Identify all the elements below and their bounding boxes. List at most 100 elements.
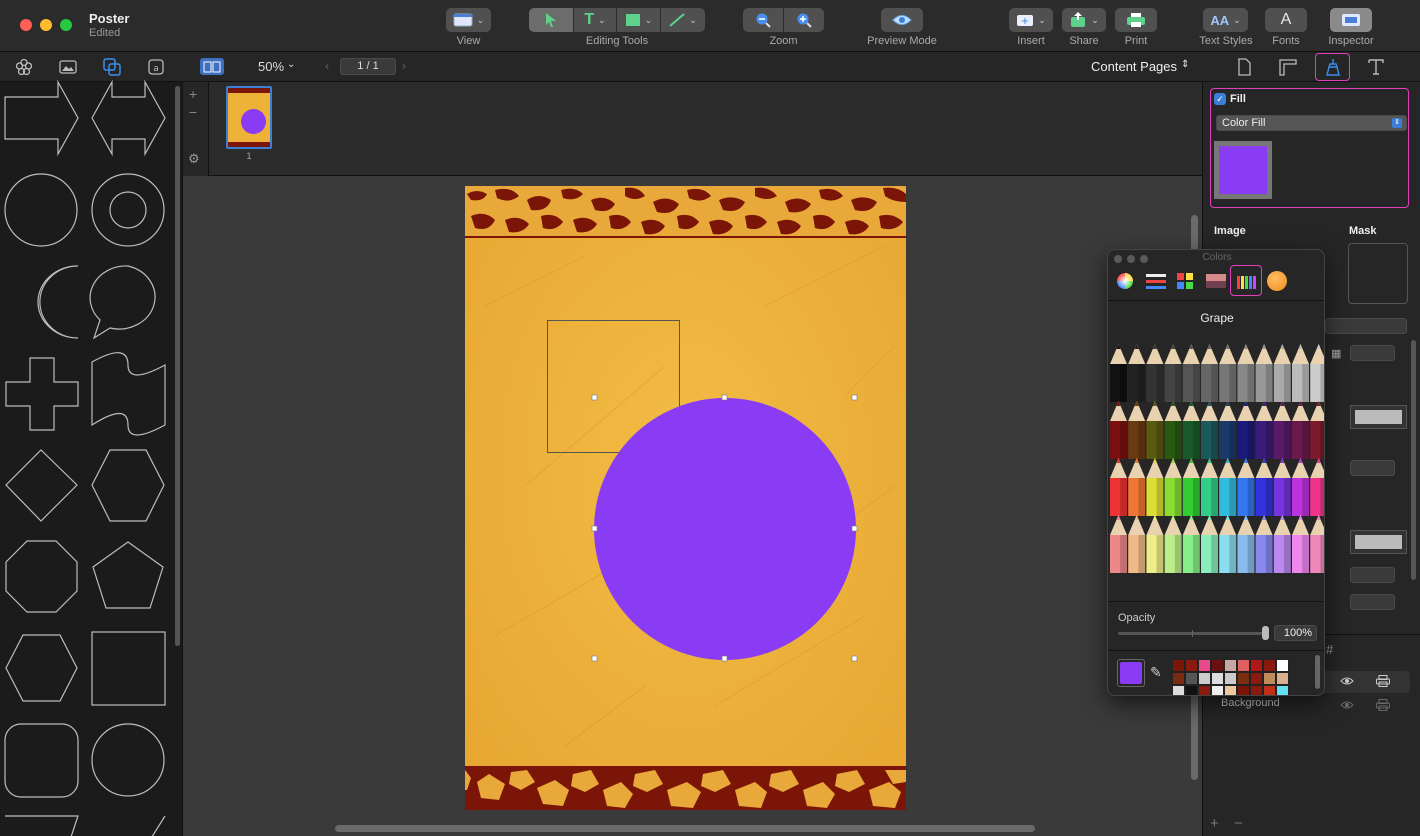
pencil-0-2[interactable] xyxy=(1146,344,1164,402)
pencil-2-3[interactable] xyxy=(1164,458,1182,516)
hexagon-flat-shape[interactable] xyxy=(5,634,78,702)
pencil-3-1[interactable] xyxy=(1128,515,1146,573)
diamond-shape[interactable] xyxy=(5,449,78,522)
crayon-tab[interactable] xyxy=(1267,271,1287,291)
pencil-0-7[interactable] xyxy=(1237,344,1255,402)
pencil-0-11[interactable] xyxy=(1310,344,1325,402)
next-page-button[interactable]: › xyxy=(402,59,406,73)
zoom-window-button[interactable] xyxy=(60,19,72,31)
canvas-horizontal-scrollbar[interactable] xyxy=(335,825,1035,832)
text-tab[interactable] xyxy=(1366,57,1386,77)
pencils-grid[interactable] xyxy=(1108,344,1325,604)
pencil-2-7[interactable] xyxy=(1237,458,1255,516)
saved-swatch[interactable] xyxy=(1198,672,1211,685)
inspector-color-well-1[interactable] xyxy=(1350,405,1407,429)
appearance-tab[interactable] xyxy=(1315,53,1350,81)
inspector-button[interactable] xyxy=(1330,8,1372,32)
printer-icon[interactable] xyxy=(1376,674,1390,692)
minimize-window-button[interactable] xyxy=(40,19,52,31)
cross-shape[interactable] xyxy=(5,357,79,431)
mask-well[interactable] xyxy=(1348,243,1408,304)
parallelogram-shape[interactable] xyxy=(150,815,166,836)
add-page-button[interactable]: + xyxy=(189,86,197,102)
library-tab-images[interactable] xyxy=(58,57,78,77)
zoom-in-button[interactable] xyxy=(784,8,824,32)
page-layout-button[interactable] xyxy=(200,58,224,75)
insert-button[interactable]: + ⌄ xyxy=(1009,8,1053,32)
remove-page-button[interactable]: − xyxy=(189,104,197,120)
saved-swatch[interactable] xyxy=(1237,685,1250,695)
pencil-2-6[interactable] xyxy=(1219,458,1237,516)
pencil-1-7[interactable] xyxy=(1237,401,1255,459)
saved-swatch[interactable] xyxy=(1172,659,1185,672)
double-arrow-shape[interactable] xyxy=(91,80,166,157)
saved-swatches-grid[interactable] xyxy=(1172,659,1294,695)
page-indicator-field[interactable]: 1 / 1 xyxy=(340,58,396,75)
fill-color-well[interactable] xyxy=(1214,141,1272,199)
color-palettes-tab[interactable] xyxy=(1175,271,1195,291)
swatches-scrollbar[interactable] xyxy=(1315,655,1320,689)
pencil-0-5[interactable] xyxy=(1201,344,1218,402)
inspector-field-3[interactable] xyxy=(1350,567,1395,583)
saved-swatch[interactable] xyxy=(1198,685,1211,695)
pencil-3-10[interactable] xyxy=(1292,515,1309,573)
preview-mode-button[interactable] xyxy=(881,8,923,32)
eye-icon[interactable] xyxy=(1340,698,1354,716)
circle-shape[interactable] xyxy=(4,173,78,247)
layout-tab[interactable] xyxy=(1278,57,1298,77)
pencil-3-7[interactable] xyxy=(1237,515,1255,573)
saved-swatch[interactable] xyxy=(1172,685,1185,695)
pencil-3-4[interactable] xyxy=(1182,515,1200,573)
opacity-slider[interactable] xyxy=(1118,630,1266,637)
saved-swatch[interactable] xyxy=(1224,659,1237,672)
pencil-1-11[interactable] xyxy=(1310,401,1325,459)
pencil-3-11[interactable] xyxy=(1310,515,1325,573)
pencil-1-3[interactable] xyxy=(1164,401,1182,459)
fill-checkbox[interactable]: ✓ xyxy=(1214,93,1226,105)
inspector-color-well-2[interactable] xyxy=(1350,530,1407,554)
saved-swatch[interactable] xyxy=(1211,659,1224,672)
library-scrollbar[interactable] xyxy=(175,86,180,646)
page-thumbnail[interactable] xyxy=(226,86,272,149)
saved-swatch[interactable] xyxy=(1224,685,1237,695)
rounded-square-shape[interactable] xyxy=(4,723,79,798)
pencil-1-2[interactable] xyxy=(1146,401,1164,459)
pencil-3-0[interactable] xyxy=(1110,515,1127,573)
library-tab-clipart[interactable] xyxy=(14,57,34,77)
pencil-0-10[interactable] xyxy=(1292,344,1309,402)
saved-swatch[interactable] xyxy=(1276,659,1289,672)
color-sliders-tab[interactable] xyxy=(1145,272,1166,290)
previous-page-button[interactable]: ‹ xyxy=(325,59,329,73)
eye-icon[interactable] xyxy=(1340,674,1354,692)
fill-type-select[interactable]: Color Fill ⇕ xyxy=(1216,115,1407,131)
pencil-3-5[interactable] xyxy=(1201,515,1218,573)
pencil-2-1[interactable] xyxy=(1128,458,1146,516)
saved-swatch[interactable] xyxy=(1172,672,1185,685)
saved-swatch[interactable] xyxy=(1211,672,1224,685)
octagon-shape[interactable] xyxy=(5,540,78,613)
saved-swatch[interactable] xyxy=(1237,672,1250,685)
pencil-1-9[interactable] xyxy=(1273,401,1291,459)
opacity-slider-knob[interactable] xyxy=(1262,626,1269,640)
pencil-0-9[interactable] xyxy=(1273,344,1291,402)
purple-circle-shape[interactable] xyxy=(594,398,856,660)
inspector-select-partial[interactable] xyxy=(1325,318,1407,334)
saved-swatch[interactable] xyxy=(1185,659,1198,672)
pencils-tab[interactable] xyxy=(1230,265,1262,296)
layer-row-selected[interactable] xyxy=(1320,671,1410,693)
saved-swatch[interactable] xyxy=(1198,659,1211,672)
fonts-button[interactable]: A xyxy=(1265,8,1307,32)
arrow-right-shape[interactable] xyxy=(4,80,79,157)
document-tab[interactable] xyxy=(1234,57,1254,77)
pencil-2-0[interactable] xyxy=(1110,458,1127,516)
pencil-1-8[interactable] xyxy=(1255,401,1273,459)
inspector-scrollbar[interactable] xyxy=(1411,340,1416,580)
trapezoid-shape[interactable] xyxy=(5,815,79,836)
pentagon-shape[interactable] xyxy=(92,541,164,609)
inspector-field-2[interactable] xyxy=(1350,460,1395,476)
pencil-3-3[interactable] xyxy=(1164,515,1182,573)
library-tab-text[interactable]: a xyxy=(146,57,166,77)
eyedropper-icon[interactable]: ✎ xyxy=(1150,664,1162,681)
saved-swatch[interactable] xyxy=(1237,659,1250,672)
zoom-level-select[interactable]: 50% ⌄ xyxy=(258,59,295,74)
